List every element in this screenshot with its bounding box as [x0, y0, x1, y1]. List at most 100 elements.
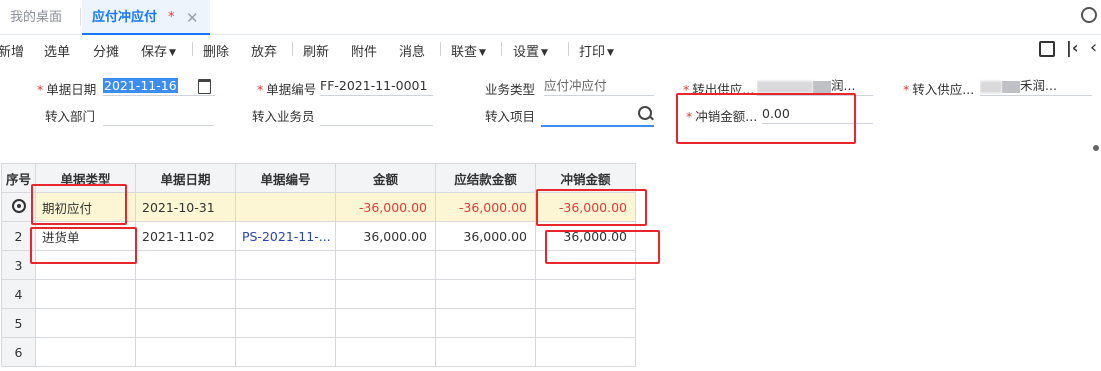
attachment-button[interactable]: 附件 [351, 41, 377, 60]
in-project-field[interactable] [541, 105, 654, 127]
settings-button[interactable]: 设置 ▼ [513, 41, 548, 60]
empty-cell[interactable] [35, 279, 136, 309]
add-button[interactable]: 新增 [0, 41, 24, 60]
in-staff-label: 转入业务员 [252, 109, 315, 124]
biz-type-field: 应付冲应付 [544, 77, 654, 96]
cell-amount[interactable]: -36,000.00 [335, 192, 436, 222]
empty-cell[interactable] [435, 308, 536, 338]
chevron-down-icon: ▼ [607, 48, 614, 58]
toolbar-divider [501, 42, 502, 56]
tab-bar: 我的桌面 应付冲应付 * ✕ [0, 0, 1101, 35]
calendar-icon[interactable] [198, 79, 211, 94]
annotation-box-purchase-order [30, 227, 137, 264]
annotation-box-writeoff-negative [536, 189, 647, 226]
col-header-doc-date[interactable]: 单据日期 [135, 163, 236, 193]
dot-icon [1093, 145, 1099, 151]
print-button[interactable]: 打印 ▼ [579, 41, 614, 60]
empty-cell[interactable] [435, 250, 536, 280]
empty-cell[interactable] [35, 308, 136, 338]
empty-cell[interactable] [35, 337, 136, 367]
col-header-due-amount[interactable]: 应结款金额 [435, 163, 536, 193]
empty-cell[interactable] [335, 308, 436, 338]
cell-due-amount[interactable]: -36,000.00 [435, 192, 536, 222]
empty-cell[interactable] [435, 279, 536, 309]
row-settings-icon[interactable] [11, 198, 26, 213]
doc-no-label: * 单据编号 [257, 82, 317, 97]
save-button[interactable]: 保存 ▼ [141, 41, 176, 60]
annotation-box-opening-payable [31, 184, 127, 225]
chevron-down-icon: ▼ [479, 48, 486, 58]
select-button[interactable]: 选单 [44, 41, 70, 60]
doc-no-value: FF-2021-11-0001 [320, 78, 428, 93]
row-index: 5 [1, 308, 36, 338]
close-tab-icon[interactable]: ✕ [186, 0, 199, 36]
empty-cell[interactable] [335, 337, 436, 367]
toolbar-divider [568, 42, 569, 56]
print-label: 打印 [579, 45, 606, 60]
biz-type-label: 业务类型 [485, 82, 536, 97]
empty-cell[interactable] [535, 279, 636, 309]
redacted-block [813, 80, 831, 93]
annotation-box-writeoff-amount [676, 93, 856, 144]
empty-cell[interactable] [235, 279, 336, 309]
out-supplier-value: 润... [831, 78, 856, 93]
empty-cell[interactable] [335, 250, 436, 280]
tab-label: 应付冲应付 [92, 10, 158, 25]
in-supplier-label: * 转入供应... [903, 82, 975, 97]
doc-no-field[interactable]: FF-2021-11-0001 [320, 77, 433, 96]
row-index: 4 [1, 279, 36, 309]
discard-button[interactable]: 放弃 [251, 41, 277, 60]
in-dept-field[interactable] [103, 107, 214, 126]
linked-query-button[interactable]: 联查 ▼ [451, 41, 486, 60]
table-row[interactable]: 5 [1, 308, 636, 338]
empty-cell[interactable] [135, 308, 236, 338]
empty-cell[interactable] [535, 308, 636, 338]
modified-indicator: * [168, 10, 175, 25]
in-dept-label: 转入部门 [45, 109, 96, 124]
scan-icon[interactable] [1039, 41, 1055, 57]
delete-button[interactable]: 删除 [203, 41, 229, 60]
in-supplier-value: 禾润... [1020, 78, 1057, 93]
search-icon[interactable] [1081, 7, 1097, 23]
cell-doc-no[interactable] [235, 192, 336, 222]
empty-cell[interactable] [235, 250, 336, 280]
empty-cell[interactable] [535, 337, 636, 367]
toolbar-divider [292, 42, 293, 56]
col-header-amount[interactable]: 金额 [335, 163, 436, 193]
annotation-box-writeoff-positive [545, 230, 660, 264]
tab-my-desktop[interactable]: 我的桌面 [10, 0, 62, 34]
empty-cell[interactable] [135, 337, 236, 367]
settings-label: 设置 [513, 45, 540, 60]
empty-cell[interactable] [435, 337, 536, 367]
empty-cell[interactable] [135, 279, 236, 309]
cell-doc-no-link[interactable]: PS-2021-11-... [235, 221, 336, 251]
doc-date-value: 2021-11-16 [103, 78, 178, 93]
empty-cell[interactable] [235, 308, 336, 338]
empty-cell[interactable] [235, 337, 336, 367]
doc-date-label: * 单据日期 [37, 82, 97, 97]
previous-record-icon[interactable]: ‹ [1090, 37, 1097, 58]
table-row[interactable]: 6 [1, 337, 636, 367]
first-record-icon[interactable]: |‹ [1066, 38, 1078, 57]
empty-cell[interactable] [135, 250, 236, 280]
in-supplier-field[interactable]: 禾润... [980, 77, 1092, 96]
biz-type-value: 应付冲应付 [544, 78, 607, 93]
toolbar-divider [440, 42, 441, 56]
redacted-block [1002, 80, 1020, 93]
empty-cell[interactable] [335, 279, 436, 309]
in-staff-field[interactable] [320, 107, 433, 126]
cell-amount[interactable]: 36,000.00 [335, 221, 436, 251]
toolbar-divider [192, 42, 193, 56]
table-row[interactable]: 4 [1, 279, 636, 309]
cell-doc-date[interactable]: 2021-10-31 [135, 192, 236, 222]
allocate-button[interactable]: 分摊 [93, 41, 119, 60]
cell-doc-date[interactable]: 2021-11-02 [135, 221, 236, 251]
col-header-doc-no[interactable]: 单据编号 [235, 163, 336, 193]
refresh-button[interactable]: 刷新 [303, 41, 329, 60]
row-index: 6 [1, 337, 36, 367]
chevron-down-icon: ▼ [541, 48, 548, 58]
tab-payable-offset[interactable]: 应付冲应付 * ✕ [82, 0, 210, 35]
cell-due-amount[interactable]: 36,000.00 [435, 221, 536, 251]
message-button[interactable]: 消息 [399, 41, 425, 60]
linked-query-label: 联查 [451, 45, 478, 60]
